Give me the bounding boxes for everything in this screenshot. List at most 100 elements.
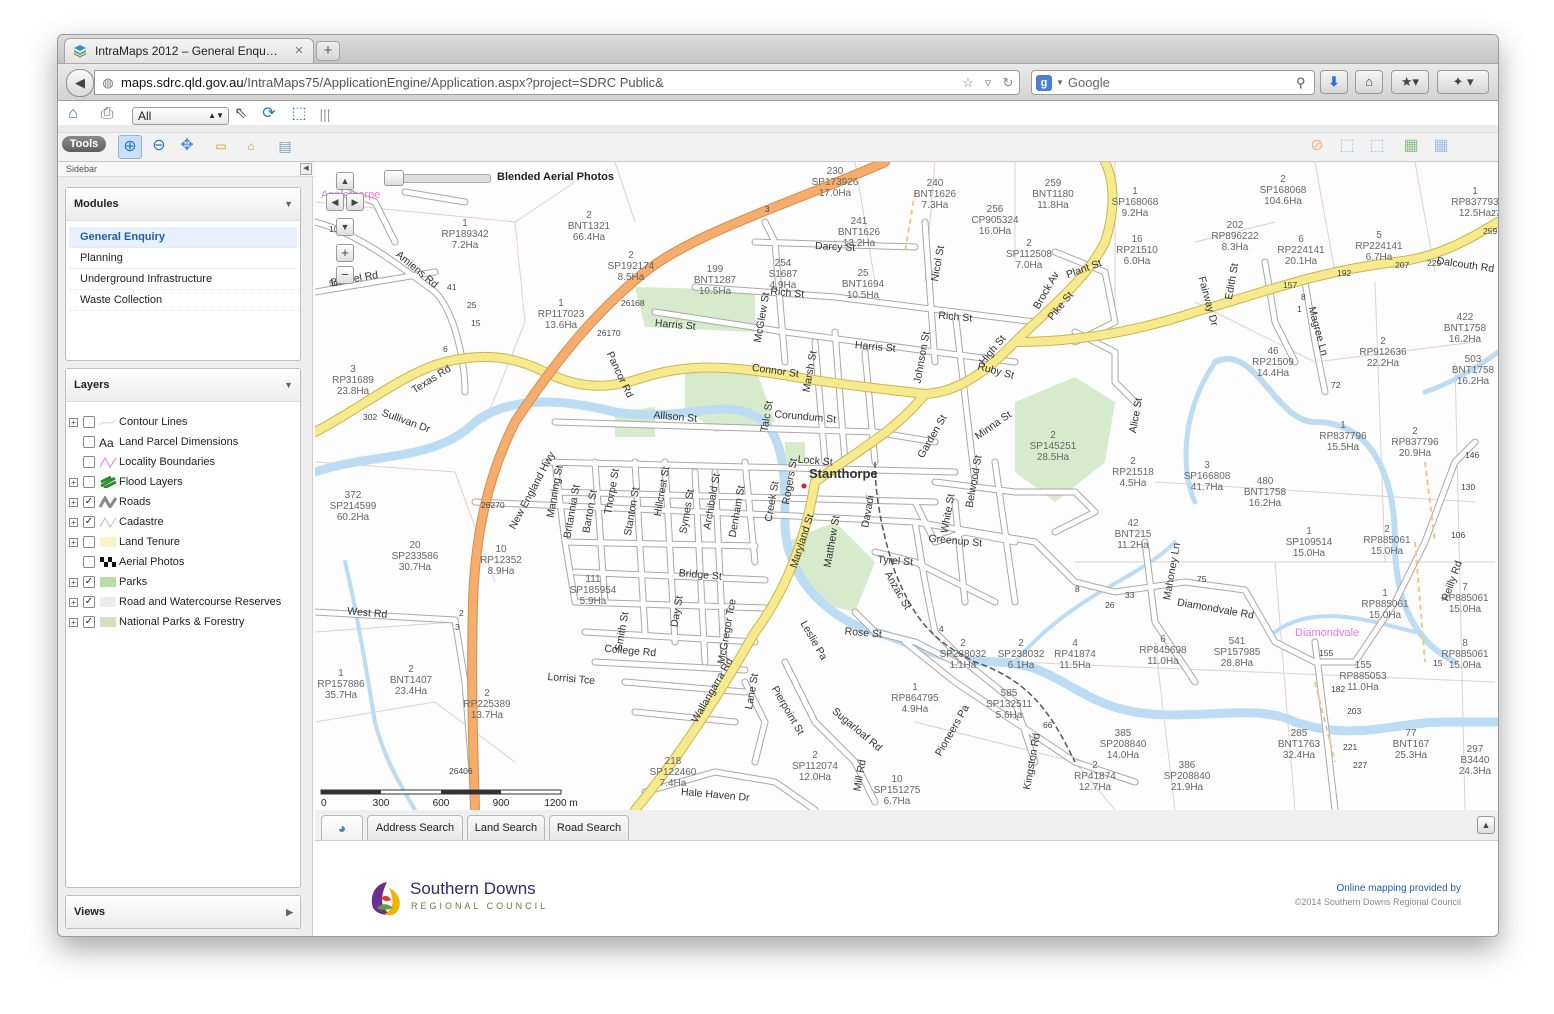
layer-checkbox[interactable] bbox=[83, 436, 95, 448]
tab-land-search[interactable]: Land Search bbox=[467, 815, 545, 840]
address-bar[interactable]: ◍ maps.sdrc.qld.gov.au/IntraMaps75/Appli… bbox=[94, 70, 1020, 95]
layer-checkbox[interactable] bbox=[83, 456, 95, 468]
new-tab-button[interactable]: + bbox=[316, 41, 340, 61]
expand-plus-icon[interactable]: + bbox=[69, 478, 78, 487]
legend-icon[interactable]: ▤ bbox=[274, 135, 296, 157]
layer-row[interactable]: + Contour Lines bbox=[66, 412, 300, 432]
expand-triangle-icon[interactable]: ▶ bbox=[286, 896, 293, 928]
aerial-opacity-slider[interactable] bbox=[384, 170, 491, 186]
layer-row[interactable]: + ✓ National Parks & Forestry bbox=[66, 612, 300, 632]
back-button[interactable]: ◀ bbox=[66, 69, 94, 97]
layer-row[interactable]: + Land Tenure bbox=[66, 532, 300, 552]
layer-row[interactable]: + ✓ Cadastre bbox=[66, 512, 300, 532]
map-view[interactable]: New England Hwy Connor St Texas Rd High St W… bbox=[315, 162, 1498, 811]
address-number-label: 8 bbox=[1301, 292, 1306, 302]
layer-row[interactable]: Aerial Photos bbox=[66, 552, 300, 572]
layer-row[interactable]: Aa Land Parcel Dimensions bbox=[66, 432, 300, 452]
selection-layer-select[interactable]: All ▲▼ bbox=[132, 107, 229, 125]
layer-checkbox[interactable] bbox=[83, 536, 95, 548]
browser-tab[interactable]: IntraMaps 2012 – General Enqu… ✕ bbox=[64, 38, 314, 63]
home-map-icon[interactable]: ⌂ bbox=[62, 103, 84, 125]
parcel-plan-label: RP117023 bbox=[538, 309, 585, 320]
select-pointer-icon[interactable]: ⇖ bbox=[230, 103, 252, 125]
pan-east-button[interactable]: ▶ bbox=[346, 193, 364, 211]
pan-south-button[interactable]: ▼ bbox=[336, 218, 354, 236]
layer-checkbox[interactable] bbox=[83, 556, 95, 568]
street-label: Johnson St bbox=[912, 330, 933, 384]
layer-label: Flood Layers bbox=[119, 476, 183, 488]
buffer-icon[interactable]: ⬚ bbox=[1366, 135, 1388, 157]
parcel-lot-label: 2 bbox=[1026, 238, 1032, 249]
clear-selection-icon[interactable]: ⊘ bbox=[1306, 135, 1328, 157]
zoom-out-button[interactable]: − bbox=[336, 266, 354, 284]
reload-icon[interactable]: ↻ bbox=[999, 75, 1017, 91]
downloads-button[interactable]: ⬇ bbox=[1320, 70, 1348, 94]
layer-checkbox[interactable]: ✓ bbox=[83, 576, 95, 588]
intramaps-favicon-icon bbox=[74, 45, 86, 58]
tab-address-search[interactable]: Address Search bbox=[367, 815, 463, 840]
parcel-area-label: 16.2Ha bbox=[1249, 498, 1282, 509]
modules-panel-header[interactable]: Modules ▼ bbox=[66, 188, 300, 221]
layer-checkbox[interactable] bbox=[83, 416, 95, 428]
expand-plus-icon[interactable]: + bbox=[69, 618, 78, 627]
parcel-lot-label: 2 bbox=[812, 750, 818, 761]
expand-plus-icon[interactable]: + bbox=[69, 578, 78, 587]
search-box[interactable]: g ▼ Google ⚲ bbox=[1031, 70, 1315, 95]
zoom-to-selection-icon[interactable]: ⬚ bbox=[288, 103, 310, 125]
search-icon[interactable]: ⚲ bbox=[1296, 75, 1314, 91]
data-grid-icon[interactable]: ▦ bbox=[1430, 135, 1452, 157]
pan-icon[interactable]: ✥ bbox=[176, 135, 198, 157]
layer-checkbox[interactable]: ✓ bbox=[83, 516, 95, 528]
bookmarks-button[interactable]: ★▾ bbox=[1391, 70, 1429, 94]
sidebar-collapse-icon[interactable]: ◀ bbox=[300, 163, 312, 175]
module-general-enquiry[interactable]: General Enquiry bbox=[69, 227, 297, 248]
module-underground-infrastructure[interactable]: Underground Infrastructure bbox=[69, 269, 297, 290]
layer-checkbox[interactable]: ✓ bbox=[83, 596, 95, 608]
module-waste-collection[interactable]: Waste Collection bbox=[69, 290, 297, 311]
export-excel-icon[interactable]: ▦ bbox=[1400, 135, 1422, 157]
parcel-lot-label: 541 bbox=[1229, 636, 1246, 647]
layer-row[interactable]: + ✓ Parks bbox=[66, 572, 300, 592]
pan-west-button[interactable]: ◀ bbox=[326, 193, 344, 211]
expand-plus-icon[interactable]: + bbox=[69, 498, 78, 507]
print-icon[interactable]: ⎙ bbox=[96, 103, 118, 125]
tab-close-icon[interactable]: ✕ bbox=[291, 43, 307, 59]
expand-plus-icon[interactable]: + bbox=[69, 418, 78, 427]
expand-plus-icon[interactable]: + bbox=[69, 538, 78, 547]
parcel-lot-label: 218 bbox=[665, 756, 682, 767]
layers-panel-header[interactable]: Layers ▼ bbox=[66, 369, 300, 402]
layer-row[interactable]: Locality Boundaries bbox=[66, 452, 300, 472]
layer-row[interactable]: + ✓ Road and Watercourse Reserves bbox=[66, 592, 300, 612]
collapse-triangle-icon[interactable]: ▼ bbox=[284, 369, 293, 401]
layer-row[interactable]: + ✓ Roads bbox=[66, 492, 300, 512]
addons-button[interactable]: ✦ ▾ bbox=[1437, 70, 1489, 94]
slider-handle[interactable] bbox=[384, 170, 404, 186]
collapse-triangle-icon[interactable]: ▼ bbox=[284, 188, 293, 220]
measure-distance-icon[interactable]: ▭ bbox=[210, 135, 232, 157]
expand-plus-icon[interactable]: + bbox=[69, 518, 78, 527]
tab-globe[interactable]: ◕ bbox=[321, 815, 363, 840]
refresh-selection-icon[interactable]: ⟳ bbox=[258, 103, 280, 125]
layer-checkbox[interactable]: ✓ bbox=[83, 616, 95, 628]
dropdown-arrow-icon[interactable]: ▿ bbox=[979, 75, 997, 91]
street-label: Harris St bbox=[654, 317, 696, 333]
module-planning[interactable]: Planning bbox=[69, 248, 297, 269]
tab-road-search[interactable]: Road Search bbox=[549, 815, 629, 840]
map-canvas[interactable]: New England HwyConnor StTexas RdHigh StW… bbox=[315, 162, 1498, 810]
home-button[interactable]: ⌂ bbox=[1355, 70, 1383, 94]
expand-panel-button[interactable]: ▲ bbox=[1477, 816, 1495, 834]
info-select-icon[interactable]: ⬚ bbox=[1336, 135, 1358, 157]
views-panel-header[interactable]: Views ▶ bbox=[66, 896, 300, 928]
layer-checkbox[interactable] bbox=[83, 476, 95, 488]
zoom-out-icon[interactable]: ⊖ bbox=[148, 135, 170, 157]
zoom-in-icon[interactable]: ⊕ bbox=[118, 135, 142, 159]
zoom-in-button[interactable]: + bbox=[336, 244, 354, 262]
tools-button[interactable]: Tools bbox=[62, 136, 106, 152]
measure-area-icon[interactable]: ⌂ bbox=[240, 135, 262, 157]
pan-north-button[interactable]: ▲ bbox=[336, 172, 354, 190]
bookmark-star-icon[interactable]: ☆ bbox=[959, 75, 977, 91]
search-engine-dropdown-icon[interactable]: ▼ bbox=[1056, 78, 1064, 87]
layer-checkbox[interactable]: ✓ bbox=[83, 496, 95, 508]
layer-row[interactable]: + Flood Layers bbox=[66, 472, 300, 492]
expand-plus-icon[interactable]: + bbox=[69, 598, 78, 607]
